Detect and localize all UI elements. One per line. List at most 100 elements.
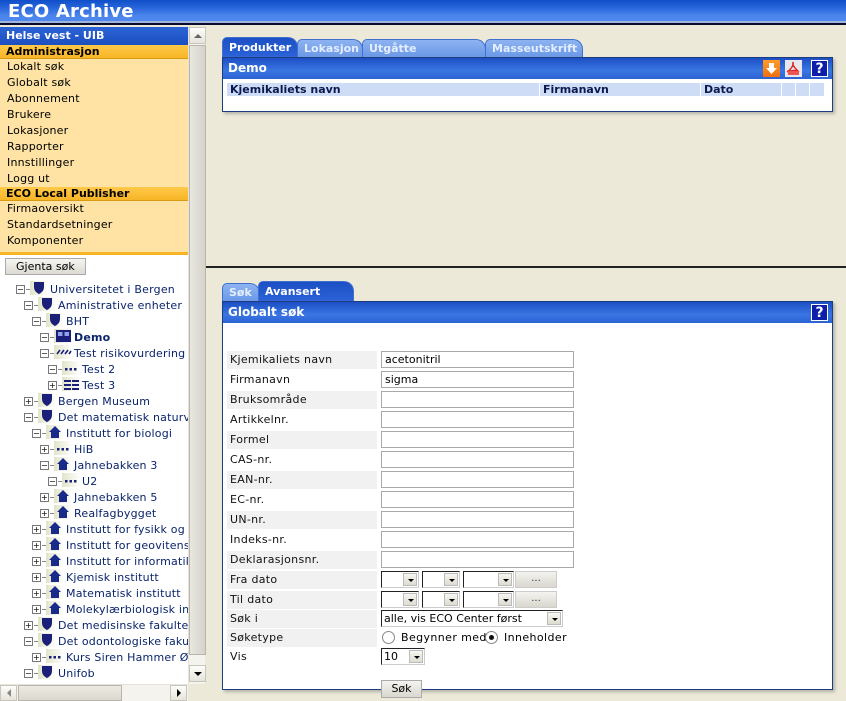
from-month-select[interactable] xyxy=(422,571,460,588)
sidebar-item-rapporter[interactable]: Rapporter xyxy=(0,139,188,155)
collapse-icon[interactable]: − xyxy=(48,476,57,486)
scroll-up-button[interactable] xyxy=(189,27,206,44)
tree-node-label[interactable]: Molekylærbiologisk ins xyxy=(66,603,188,616)
sidebar-item-komponenter[interactable]: Komponenter xyxy=(0,233,188,249)
expand-icon[interactable]: + xyxy=(40,508,49,518)
tree-node[interactable]: − Aministrative enheter xyxy=(0,297,188,314)
radio-begynner-med[interactable] xyxy=(382,631,395,644)
from-date-picker-button[interactable]: ... xyxy=(515,571,557,588)
scroll-down-button[interactable] xyxy=(189,665,206,682)
expand-icon[interactable]: + xyxy=(32,588,41,598)
tree-node[interactable]: − Jahnebakken 3 xyxy=(0,457,188,474)
tab-produkter[interactable]: Produkter xyxy=(222,37,298,58)
tree-node-label[interactable]: Jahnebakken 3 xyxy=(74,459,158,472)
search-submit-button[interactable]: Søk xyxy=(381,680,422,698)
collapse-icon[interactable]: − xyxy=(40,348,49,358)
artikkelnr-input[interactable] xyxy=(381,411,574,428)
tree-node-label[interactable]: Kjemisk institutt xyxy=(66,571,159,584)
tab-lokasjon[interactable]: Lokasjon xyxy=(297,39,363,57)
help-icon[interactable]: ? xyxy=(811,60,828,77)
scroll-right-button[interactable] xyxy=(170,685,187,701)
ec-nr-input[interactable] xyxy=(381,491,574,508)
tree-node-label[interactable]: Jahnebakken 5 xyxy=(74,491,158,504)
tree-node[interactable]: + Kurs Siren Hammer Ø: xyxy=(0,649,188,666)
sidebar-item-globalt-søk[interactable]: Globalt søk xyxy=(0,75,188,91)
tree-node[interactable]: − Universitetet i Bergen xyxy=(0,281,188,298)
tree-node-label[interactable]: Bergen Museum xyxy=(58,395,150,408)
tree-node-label[interactable]: Unifob xyxy=(58,667,95,680)
tree-horizontal-scrollbar[interactable] xyxy=(0,684,188,701)
tree-node[interactable]: + Molekylærbiologisk ins xyxy=(0,601,188,618)
radio-begynner-med-label[interactable]: Begynner med xyxy=(401,629,487,647)
kjemikaliets-navn-input[interactable] xyxy=(381,351,574,368)
redo-search-button[interactable]: Gjenta søk xyxy=(5,258,86,275)
expand-icon[interactable]: + xyxy=(48,380,57,390)
expand-icon[interactable]: + xyxy=(40,492,49,502)
tree-node[interactable]: + Institutt for fysikk og t xyxy=(0,521,188,538)
tree-node[interactable]: + Bergen Museum xyxy=(0,393,188,410)
pdf-icon[interactable] xyxy=(785,60,802,77)
help-icon[interactable]: ? xyxy=(811,304,828,321)
sidebar-item-lokasjoner[interactable]: Lokasjoner xyxy=(0,123,188,139)
sidebar-item-firmaoversikt[interactable]: Firmaoversikt xyxy=(0,201,188,217)
tree-node-label[interactable]: U2 xyxy=(82,475,97,488)
tree-node-label[interactable]: Institutt for fysikk og t xyxy=(66,523,188,536)
collapse-icon[interactable]: − xyxy=(24,300,33,310)
tree-node[interactable]: + Jahnebakken 5 xyxy=(0,489,188,506)
radio-inneholder[interactable] xyxy=(485,631,498,644)
collapse-icon[interactable]: − xyxy=(40,460,49,470)
cas-nr-input[interactable] xyxy=(381,451,574,468)
download-icon[interactable] xyxy=(763,60,780,77)
tree-node-label[interactable]: Institutt for informatik xyxy=(66,555,188,568)
formel-input[interactable] xyxy=(381,431,574,448)
tree-node-label[interactable]: Det odontologiske faku xyxy=(58,635,188,648)
deklarasjonsnr-input[interactable] xyxy=(381,551,574,568)
expand-icon[interactable]: + xyxy=(24,620,33,630)
tree-node-label[interactable]: Realfagbygget xyxy=(74,507,156,520)
collapse-icon[interactable]: − xyxy=(24,412,33,422)
horizontal-scroll-thumb[interactable] xyxy=(18,685,122,701)
expand-icon[interactable]: + xyxy=(32,524,41,534)
tab-utgatte-produkter[interactable]: Utgåtte produkter xyxy=(362,39,486,72)
collapse-icon[interactable]: − xyxy=(24,668,33,678)
tree-vertical-scrollbar[interactable] xyxy=(188,27,206,684)
sidebar-item-logg-ut[interactable]: Logg ut xyxy=(0,171,188,187)
scroll-left-button[interactable] xyxy=(0,685,17,701)
tree-node-label[interactable]: Matematisk institutt xyxy=(66,587,181,600)
un-nr-input[interactable] xyxy=(381,511,574,528)
tree-node-label[interactable]: Test 3 xyxy=(82,379,115,392)
tree-node-label[interactable]: Test risikovurdering xyxy=(74,347,185,360)
tree-node-label[interactable]: Institutt for biologi xyxy=(66,427,172,440)
radio-inneholder-label[interactable]: Inneholder xyxy=(504,629,567,647)
expand-icon[interactable]: + xyxy=(32,556,41,566)
search-in-select[interactable]: alle, vis ECO Center først xyxy=(381,610,563,627)
pane-splitter[interactable] xyxy=(206,266,846,269)
to-year-select[interactable] xyxy=(463,591,514,608)
expand-icon[interactable]: + xyxy=(24,396,33,406)
expand-icon[interactable]: + xyxy=(40,444,49,454)
expand-icon[interactable]: + xyxy=(32,604,41,614)
tree-node-label[interactable]: HiB xyxy=(74,443,93,456)
to-day-select[interactable] xyxy=(381,591,419,608)
to-month-select[interactable] xyxy=(422,591,460,608)
tree-node-label[interactable]: Institutt for geovitensl xyxy=(66,539,188,552)
tree-node-label[interactable]: Det matematisk naturvi xyxy=(58,411,188,424)
tree-node[interactable]: − Det matematisk naturvi xyxy=(0,409,188,426)
tree-node[interactable]: − Det odontologiske faku xyxy=(0,633,188,650)
collapse-icon[interactable]: − xyxy=(32,428,41,438)
vertical-scroll-thumb[interactable] xyxy=(189,45,206,655)
tree-node[interactable]: − Unifob xyxy=(0,665,188,682)
collapse-icon[interactable]: − xyxy=(40,332,49,342)
tree-node[interactable]: + Kjemisk institutt xyxy=(0,569,188,586)
from-day-select[interactable] xyxy=(381,571,419,588)
tree-node[interactable]: + Realfagbygget xyxy=(0,505,188,522)
tree-node-label[interactable]: Universitetet i Bergen xyxy=(50,283,175,296)
column-header-firmanavn[interactable]: Firmanavn xyxy=(540,83,700,96)
tree-node-label[interactable]: Aministrative enheter xyxy=(58,299,182,312)
tab-sok[interactable]: Søk xyxy=(222,283,260,301)
tree-node[interactable]: + Det medisinske fakulte xyxy=(0,617,188,634)
collapse-icon[interactable]: − xyxy=(48,364,57,374)
tree-node[interactable]: − Test 2 xyxy=(0,361,188,378)
sidebar-item-lokalt-søk[interactable]: Lokalt søk xyxy=(0,59,188,75)
ean-nr-input[interactable] xyxy=(381,471,574,488)
